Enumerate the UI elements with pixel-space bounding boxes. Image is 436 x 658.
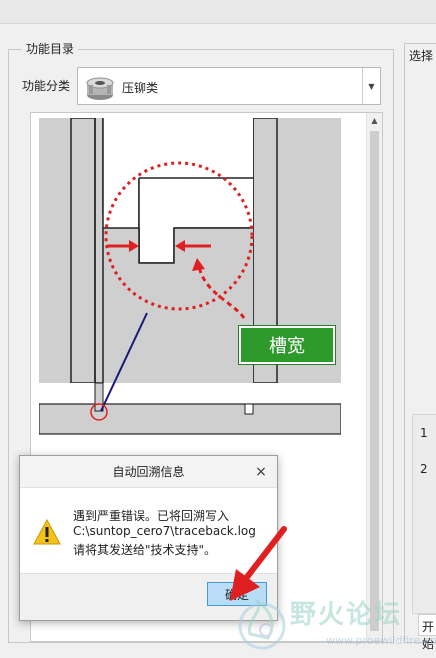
warning-icon bbox=[33, 519, 61, 545]
diagram-drawing bbox=[39, 118, 341, 458]
dialog-message-line: 请将其发送给"技术支持"。 bbox=[73, 543, 217, 557]
flame-logo-icon bbox=[238, 598, 286, 650]
chevron-down-icon[interactable]: ▼ bbox=[362, 68, 380, 104]
dialog-title: 自动回溯信息 bbox=[20, 456, 277, 488]
slot-width-diagram: 槽宽 bbox=[39, 118, 341, 458]
table-row[interactable]: 2 bbox=[420, 462, 428, 476]
category-label: 功能分类 bbox=[22, 79, 71, 93]
forum-watermark: 野火论坛 www.proewildfire.cn bbox=[232, 592, 436, 658]
dialog-message-line: 遇到严重错误。已将回溯写入 bbox=[73, 509, 230, 523]
table-row[interactable]: 1 bbox=[420, 426, 428, 440]
watermark-url: www.proewildfire.cn bbox=[326, 634, 436, 647]
rivet-nut-icon bbox=[86, 77, 114, 100]
category-value: 压铆类 bbox=[122, 81, 159, 95]
selection-table[interactable] bbox=[412, 414, 436, 614]
selection-panel-title: 选择 bbox=[409, 49, 434, 63]
list-scrollbar[interactable]: ▲ bbox=[366, 113, 382, 641]
slot-width-callout: 槽宽 bbox=[239, 326, 335, 364]
category-select[interactable]: 压铆类 ▼ bbox=[77, 67, 381, 105]
group-title: 功能目录 bbox=[22, 40, 79, 57]
scroll-thumb[interactable] bbox=[370, 131, 379, 631]
close-icon[interactable]: × bbox=[253, 464, 269, 480]
top-bar bbox=[0, 0, 436, 24]
scroll-up-icon[interactable]: ▲ bbox=[367, 113, 382, 129]
watermark-title: 野火论坛 bbox=[290, 600, 403, 630]
